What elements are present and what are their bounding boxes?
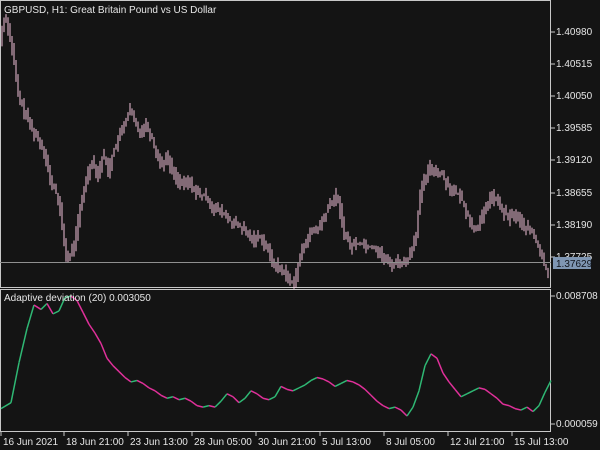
chart-title: GBPUSD, H1: Great Britain Pound vs US Do… xyxy=(4,5,217,16)
time-label: 18 Jun 21:00 xyxy=(66,437,124,448)
time-label: 15 Jul 13:00 xyxy=(514,437,569,448)
price-label: 1.38190 xyxy=(556,220,593,231)
time-label: 28 Jun 05:00 xyxy=(194,437,252,448)
time-label: 5 Jul 13:00 xyxy=(322,437,371,448)
price-label: 1.40980 xyxy=(556,27,593,38)
time-label: 8 Jul 05:00 xyxy=(386,437,435,448)
price-label: 1.40515 xyxy=(556,59,593,70)
price-label: 1.39585 xyxy=(556,123,593,134)
indicator-max-label: 0.008708 xyxy=(556,291,598,302)
price-label: 1.38655 xyxy=(556,188,593,199)
chart-window[interactable]: GBPUSD, H1: Great Britain Pound vs US Do… xyxy=(0,0,600,450)
time-label: 16 Jun 2021 xyxy=(3,437,58,448)
indicator-min-label: 0.000059 xyxy=(556,419,598,430)
indicator-title: Adaptive deviation (20) 0.003050 xyxy=(4,293,151,304)
current-price-label: 1.37629 xyxy=(556,259,593,270)
time-label: 23 Jun 13:00 xyxy=(130,437,188,448)
time-label: 30 Jun 21:00 xyxy=(258,437,316,448)
time-label: 12 Jul 21:00 xyxy=(450,437,505,448)
price-label: 1.39120 xyxy=(556,155,593,166)
price-label: 1.40050 xyxy=(556,91,593,102)
